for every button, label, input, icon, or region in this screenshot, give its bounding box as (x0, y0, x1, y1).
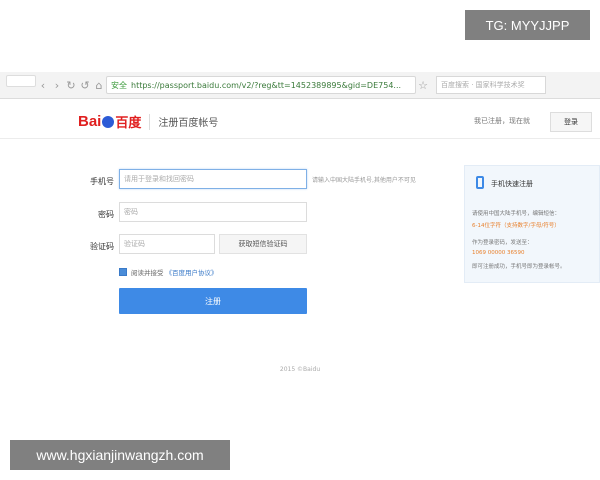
agree-text: 阅读并接受 (131, 269, 164, 277)
panel-line-1: 请使用中国大陆手机号，编辑短信： (472, 211, 561, 217)
phone-input[interactable]: 请用于登录和找回密码 (119, 169, 307, 189)
forward-icon[interactable]: › (50, 78, 64, 92)
watermark-bottom: www.hgxianjinwangzh.com (10, 440, 230, 470)
undo-icon[interactable]: ↺ (78, 78, 92, 92)
baidu-logo[interactable]: Bai 百度 注册百度帐号 (78, 112, 218, 131)
code-input[interactable]: 验证码 (119, 234, 215, 254)
panel-line-3: 作为登录密码，发送至： (472, 240, 533, 246)
login-button[interactable]: 登录 (550, 112, 592, 132)
reload-icon[interactable]: ↻ (64, 78, 78, 92)
code-label: 验证码 (90, 242, 114, 251)
header-login-prompt: 我已注册，现在就 (474, 117, 530, 125)
star-icon[interactable]: ☆ (416, 78, 430, 92)
password-input[interactable]: 密码 (119, 202, 307, 222)
logo-divider (149, 113, 151, 130)
agreement-link[interactable]: 《百度用户协议》 (166, 267, 218, 277)
browser-tab[interactable] (6, 75, 36, 87)
panel-line-4: 1069 00000 36590 (472, 250, 525, 256)
phone-label: 手机号 (90, 177, 114, 186)
get-code-button[interactable]: 获取短信验证码 (219, 234, 307, 254)
home-icon[interactable]: ⌂ (92, 78, 106, 92)
page-title: 注册百度帐号 (158, 118, 219, 129)
paw-icon (102, 115, 115, 128)
url-text: https://passport.baidu.com/v2/?reg&tt=14… (131, 80, 402, 90)
panel-title: 手机快速注册 (491, 180, 533, 188)
secure-badge: 安全 (111, 80, 127, 90)
back-icon[interactable]: ‹ (36, 78, 50, 92)
site-header: Bai 百度 注册百度帐号 我已注册，现在就 登录 (0, 104, 600, 139)
panel-line-2: 6-14位字符（支持数字/字母/符号） (472, 223, 560, 229)
phone-hint: 请输入中国大陆手机号,其他用户不可见 (312, 177, 416, 184)
password-label: 密码 (98, 210, 114, 219)
panel-line-5: 即可注册成功，手机号即为登录帐号。 (472, 264, 566, 270)
browser-search-box[interactable]: 百度搜索 · 国家科学技术奖 (436, 76, 546, 94)
footer-copyright: 2015 ©Baidu (279, 366, 321, 373)
agree-checkbox[interactable] (119, 268, 127, 276)
sms-register-panel: 手机快速注册 请使用中国大陆手机号，编辑短信： 6-14位字符（支持数字/字母/… (464, 165, 600, 283)
logo-text: Bai (78, 113, 102, 130)
watermark-top: TG: MYYJJPP (465, 10, 590, 40)
register-button[interactable]: 注册 (119, 288, 307, 314)
phone-icon (476, 176, 484, 189)
address-bar[interactable]: 安全 https://passport.baidu.com/v2/?reg&tt… (106, 76, 416, 94)
agree-row: 阅读并接受 《百度用户协议》 (119, 267, 218, 277)
logo-cn-text: 百度 (115, 116, 142, 131)
browser-toolbar: ‹ › ↻ ↺ ⌂ 安全 https://passport.baidu.com/… (0, 72, 600, 99)
